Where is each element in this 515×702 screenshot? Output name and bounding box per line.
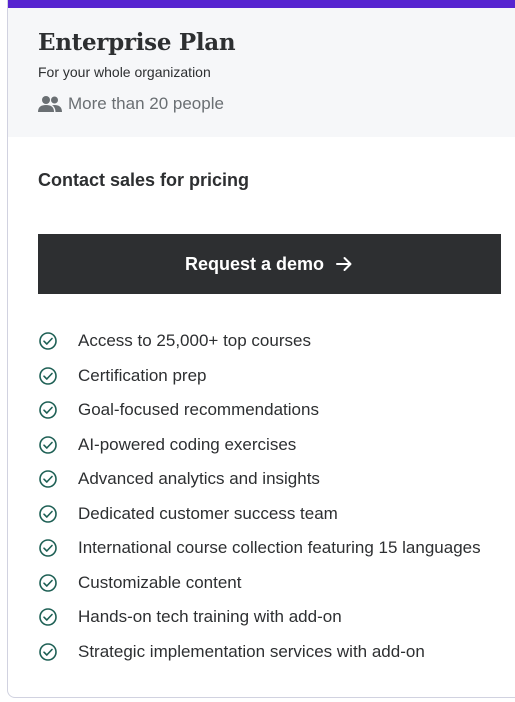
plan-audience-label: More than 20 people — [68, 94, 224, 113]
check-circle-icon — [38, 469, 58, 489]
card-accent-bar — [8, 0, 515, 8]
enterprise-plan-card: Enterprise Plan For your whole organizat… — [7, 0, 515, 698]
feature-label: Goal-focused recommendations — [78, 400, 319, 420]
request-demo-button[interactable]: Request a demo — [38, 234, 501, 294]
plan-audience: More than 20 people — [38, 94, 224, 114]
feature-item: Dedicated customer success team — [38, 497, 481, 532]
feature-label: International course collection featurin… — [78, 538, 481, 558]
check-circle-icon — [38, 331, 58, 351]
check-circle-icon — [38, 607, 58, 627]
feature-label: Hands-on tech training with add-on — [78, 607, 342, 627]
check-circle-icon — [38, 400, 58, 420]
plan-header: Enterprise Plan For your whole organizat… — [8, 8, 515, 137]
feature-label: AI-powered coding exercises — [78, 434, 297, 454]
check-circle-icon — [38, 573, 58, 593]
feature-label: Certification prep — [78, 365, 207, 385]
feature-list: Access to 25,000+ top courses Certificati… — [38, 324, 481, 669]
feature-label: Strategic implementation services with a… — [78, 641, 425, 661]
feature-item: Advanced analytics and insights — [38, 462, 481, 497]
check-circle-icon — [38, 504, 58, 524]
plan-title: Enterprise Plan — [38, 29, 236, 56]
feature-item: Strategic implementation services with a… — [38, 635, 481, 670]
check-circle-icon — [38, 435, 58, 455]
arrow-right-icon — [334, 254, 354, 274]
people-icon — [38, 96, 62, 112]
feature-item: Access to 25,000+ top courses — [38, 324, 481, 359]
feature-item: AI-powered coding exercises — [38, 428, 481, 463]
feature-item: International course collection featurin… — [38, 531, 481, 566]
feature-label: Dedicated customer success team — [78, 503, 338, 523]
feature-label: Access to 25,000+ top courses — [78, 331, 311, 351]
feature-item: Hands-on tech training with add-on — [38, 600, 481, 635]
check-circle-icon — [38, 366, 58, 386]
feature-item: Certification prep — [38, 359, 481, 394]
feature-item: Customizable content — [38, 566, 481, 601]
plan-subtitle: For your whole organization — [38, 64, 211, 80]
pricing-text: Contact sales for pricing — [38, 170, 250, 190]
check-circle-icon — [38, 642, 58, 662]
feature-item: Goal-focused recommendations — [38, 393, 481, 428]
feature-label: Customizable content — [78, 572, 242, 592]
feature-label: Advanced analytics and insights — [78, 469, 320, 489]
check-circle-icon — [38, 538, 58, 558]
request-demo-label: Request a demo — [184, 253, 325, 274]
